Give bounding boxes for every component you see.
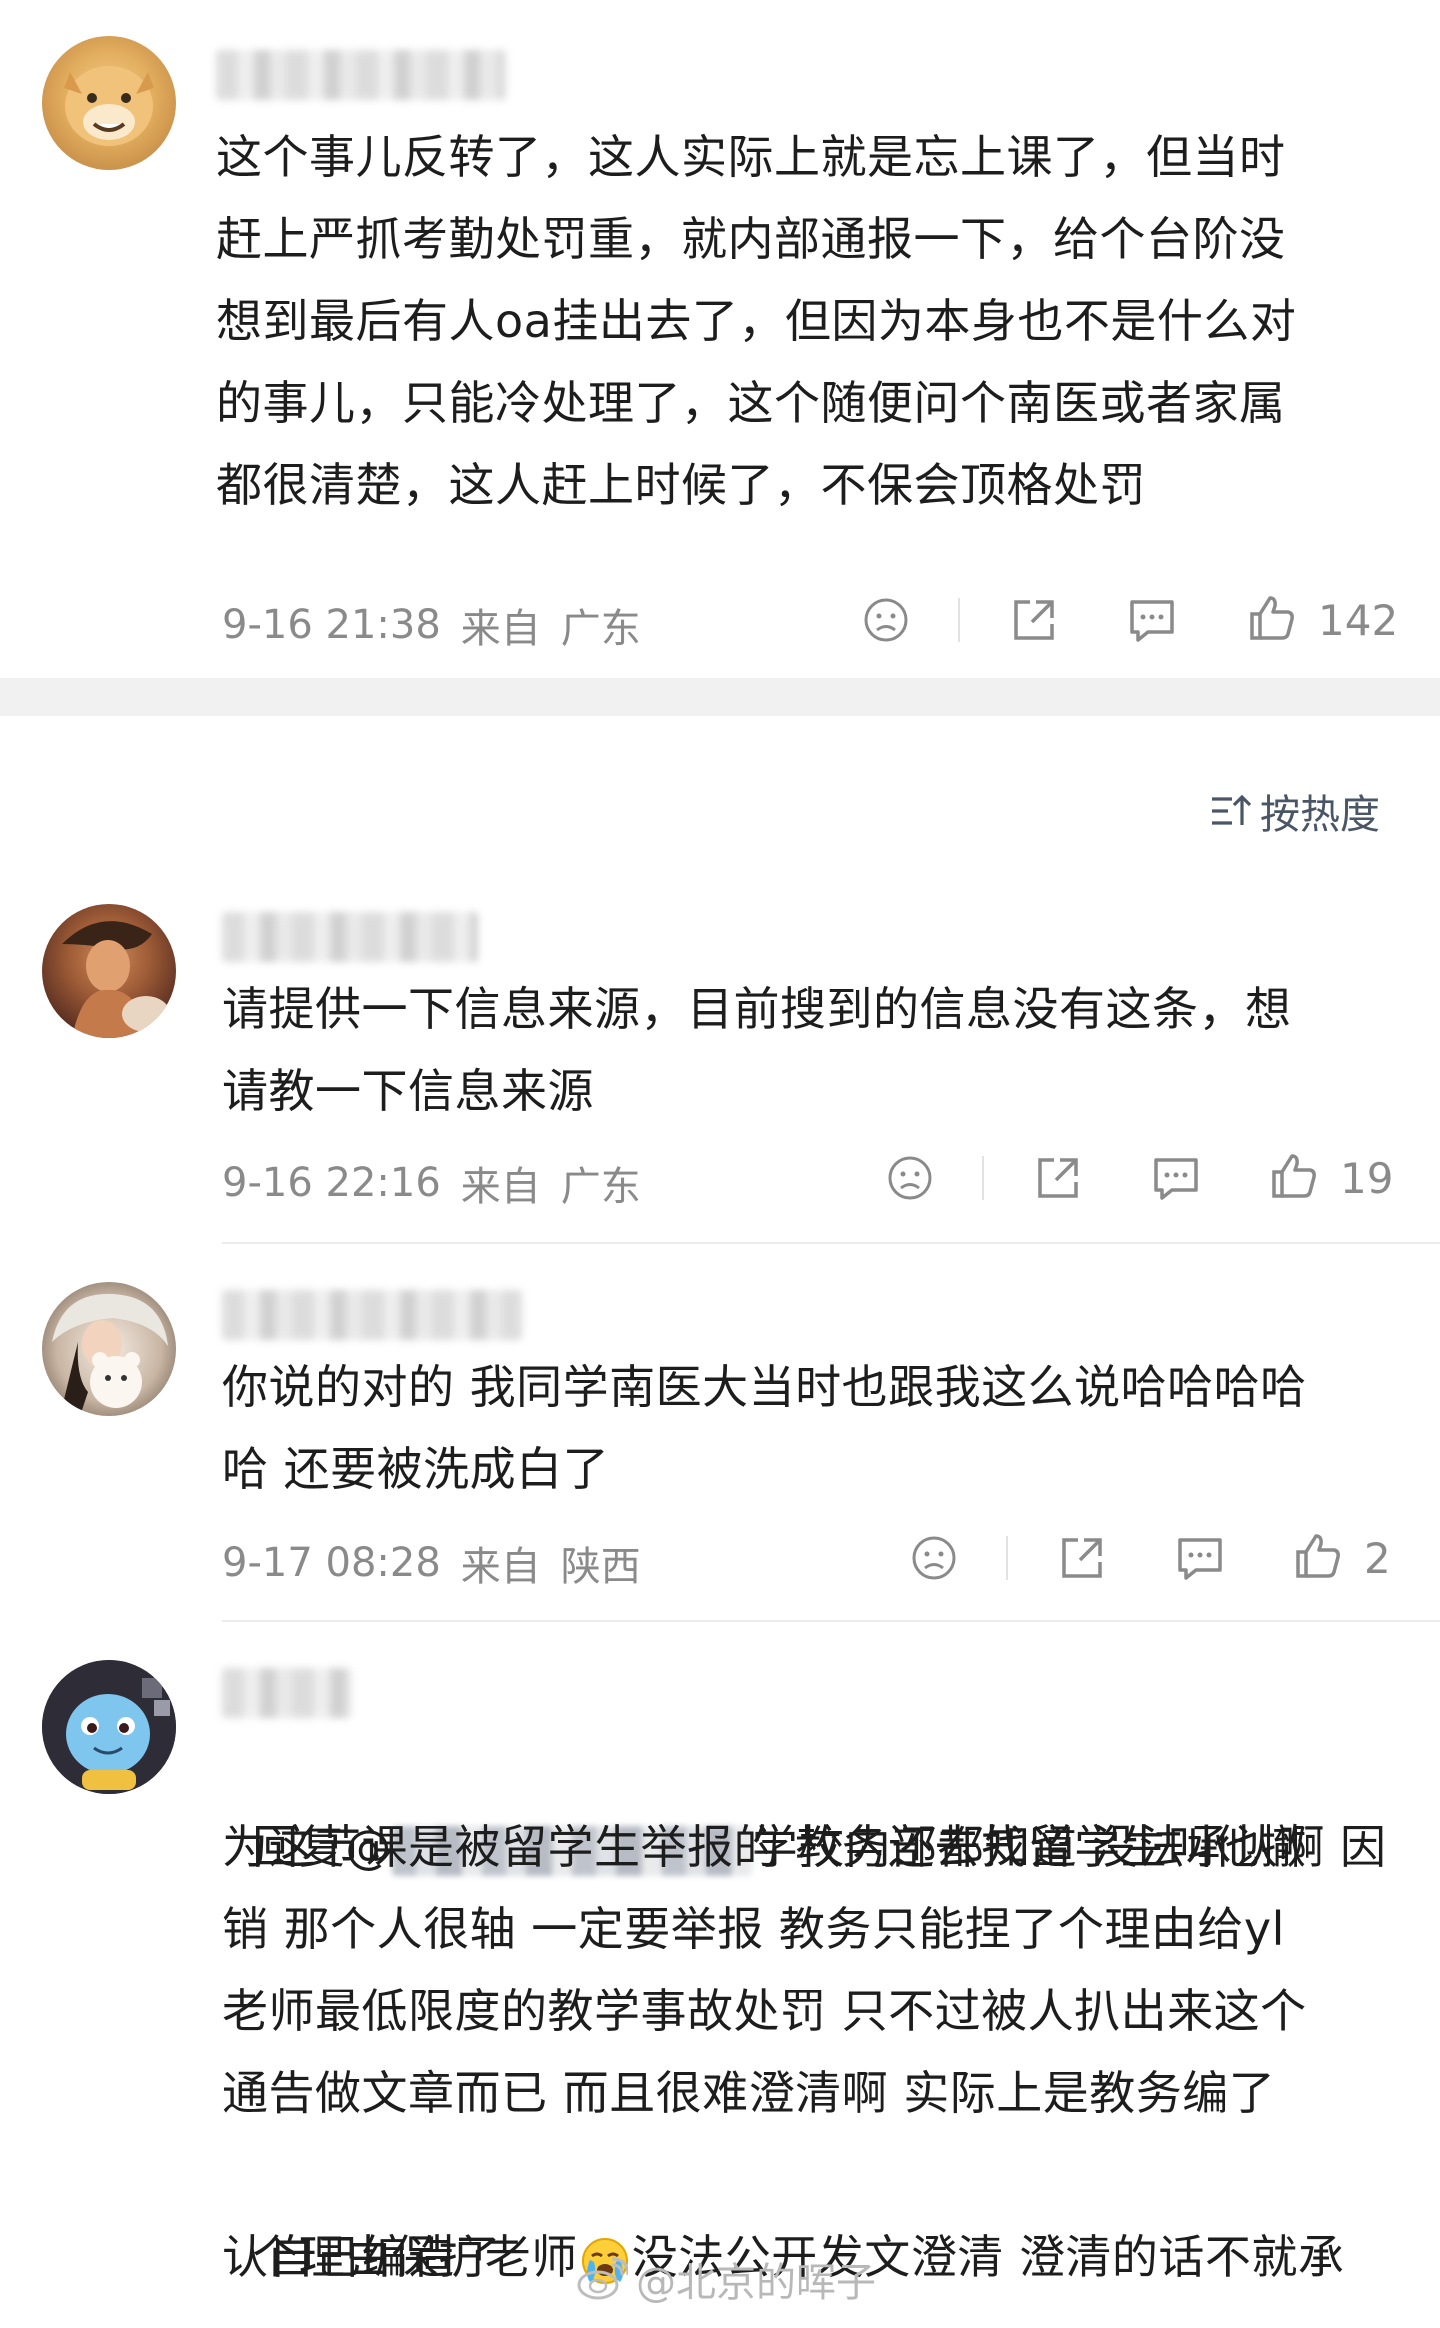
comment-icon[interactable] <box>1124 592 1180 648</box>
username-blurred[interactable] <box>216 50 506 100</box>
comment-location: 广东 <box>560 606 641 652</box>
comment-location: 陕西 <box>560 1544 641 1590</box>
comment-icon[interactable] <box>1172 1530 1228 1586</box>
avatar[interactable] <box>42 1660 176 1794</box>
comment-location: 广东 <box>560 1164 641 1210</box>
action-separator <box>982 1156 984 1200</box>
comment-meta: 9-17 08:28 来自 陕西 <box>222 1534 641 1592</box>
comment-source-label: 来自 <box>460 606 541 652</box>
like-icon[interactable] <box>1244 590 1300 646</box>
action-separator <box>958 598 960 642</box>
like-icon[interactable] <box>1266 1148 1322 1204</box>
avatar[interactable] <box>42 36 176 170</box>
comment-text: 为这节课是被留学生举报的 教务还去找留学生叫他撤 销 那个人很轴 一定要举报 教… <box>222 1820 1307 2120</box>
sort-icon <box>1210 791 1252 831</box>
dislike-icon[interactable] <box>884 1152 936 1204</box>
watermark-text: @北京的晖子 <box>636 2260 876 2306</box>
avatar[interactable] <box>42 904 176 1038</box>
comment-text: 这个事儿反转了，这人实际上就是忘上课了，但当时 赶上严抓考勤处罚重，就内部通报一… <box>216 130 1297 512</box>
username-blurred[interactable] <box>222 1668 352 1718</box>
action-separator <box>1006 1536 1008 1580</box>
comment-time: 9-17 08:28 <box>222 1540 441 1586</box>
comment-time: 9-16 22:16 <box>222 1160 441 1206</box>
sort-toggle[interactable]: 按热度 <box>1210 782 1380 840</box>
watermark: @北京的晖子 <box>576 2250 876 2308</box>
avatar[interactable] <box>42 1282 176 1416</box>
sort-label: 按热度 <box>1260 792 1380 838</box>
comment-divider <box>222 1242 1440 1244</box>
share-icon[interactable] <box>1006 592 1062 648</box>
comment-text: 你说的对的 我同学南医大当时也跟我这么说哈哈哈哈 哈 还要被洗成白了 <box>222 1360 1307 1496</box>
section-divider <box>0 678 1440 716</box>
username-blurred[interactable] <box>222 1290 522 1340</box>
like-icon[interactable] <box>1290 1528 1346 1584</box>
like-count: 19 <box>1340 1154 1394 1203</box>
comment-text: 请提供一下信息来源，目前搜到的信息没有这条，想 请教一下信息来源 <box>222 982 1292 1118</box>
comment-meta: 9-16 22:16 来自 广东 <box>222 1154 641 1212</box>
comment-meta: 9-16 21:38 来自 广东 <box>222 596 641 654</box>
username-blurred[interactable] <box>222 912 478 962</box>
comment-source-label: 来自 <box>460 1544 541 1590</box>
weibo-logo-icon <box>576 2257 628 2301</box>
comment-time: 9-16 21:38 <box>222 602 441 648</box>
like-count: 142 <box>1318 596 1399 645</box>
like-count: 2 <box>1364 1534 1391 1583</box>
comment-source-label: 来自 <box>460 1164 541 1210</box>
comment-divider <box>222 1620 1440 1622</box>
share-icon[interactable] <box>1030 1150 1086 1206</box>
dislike-icon[interactable] <box>860 594 912 646</box>
share-icon[interactable] <box>1054 1530 1110 1586</box>
comment-icon[interactable] <box>1148 1150 1204 1206</box>
dislike-icon[interactable] <box>908 1532 960 1584</box>
